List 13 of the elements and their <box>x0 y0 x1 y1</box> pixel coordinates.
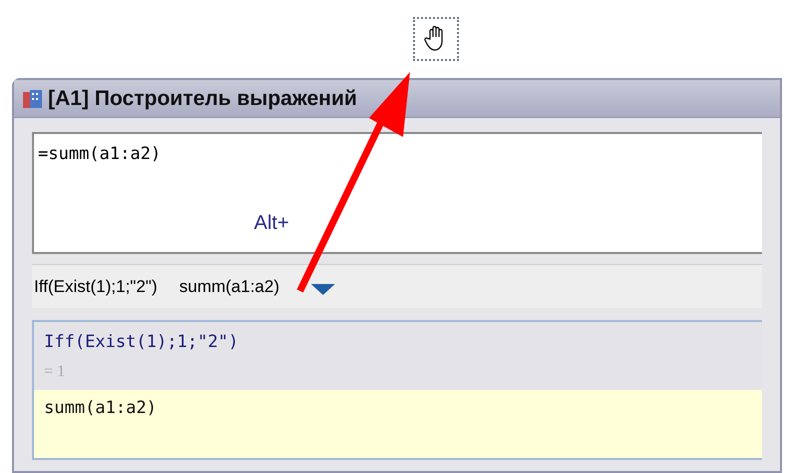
shortcut-hint: Alt+ <box>254 211 290 236</box>
hand-cursor-icon <box>413 17 459 61</box>
history-item[interactable]: Iff(Exist(1);1;"2") <box>34 274 158 300</box>
window-title: [A1] Построитель выражений <box>48 86 358 112</box>
result-value: = 1 <box>44 362 66 382</box>
app-icon <box>22 88 44 110</box>
dropdown-arrow-icon[interactable] <box>311 284 336 296</box>
expression-text: summ(a1:a2) <box>44 396 158 420</box>
expression-text: =summ(a1:a2) <box>38 144 161 164</box>
expression-text: Iff(Exist(1);1;"2") <box>44 331 240 354</box>
result-item[interactable]: summ(a1:a2) <box>34 390 762 458</box>
expression-editor[interactable]: =summ(a1:a2) Alt+ <box>32 132 762 254</box>
history-item[interactable]: summ(a1:a2) <box>179 274 280 300</box>
